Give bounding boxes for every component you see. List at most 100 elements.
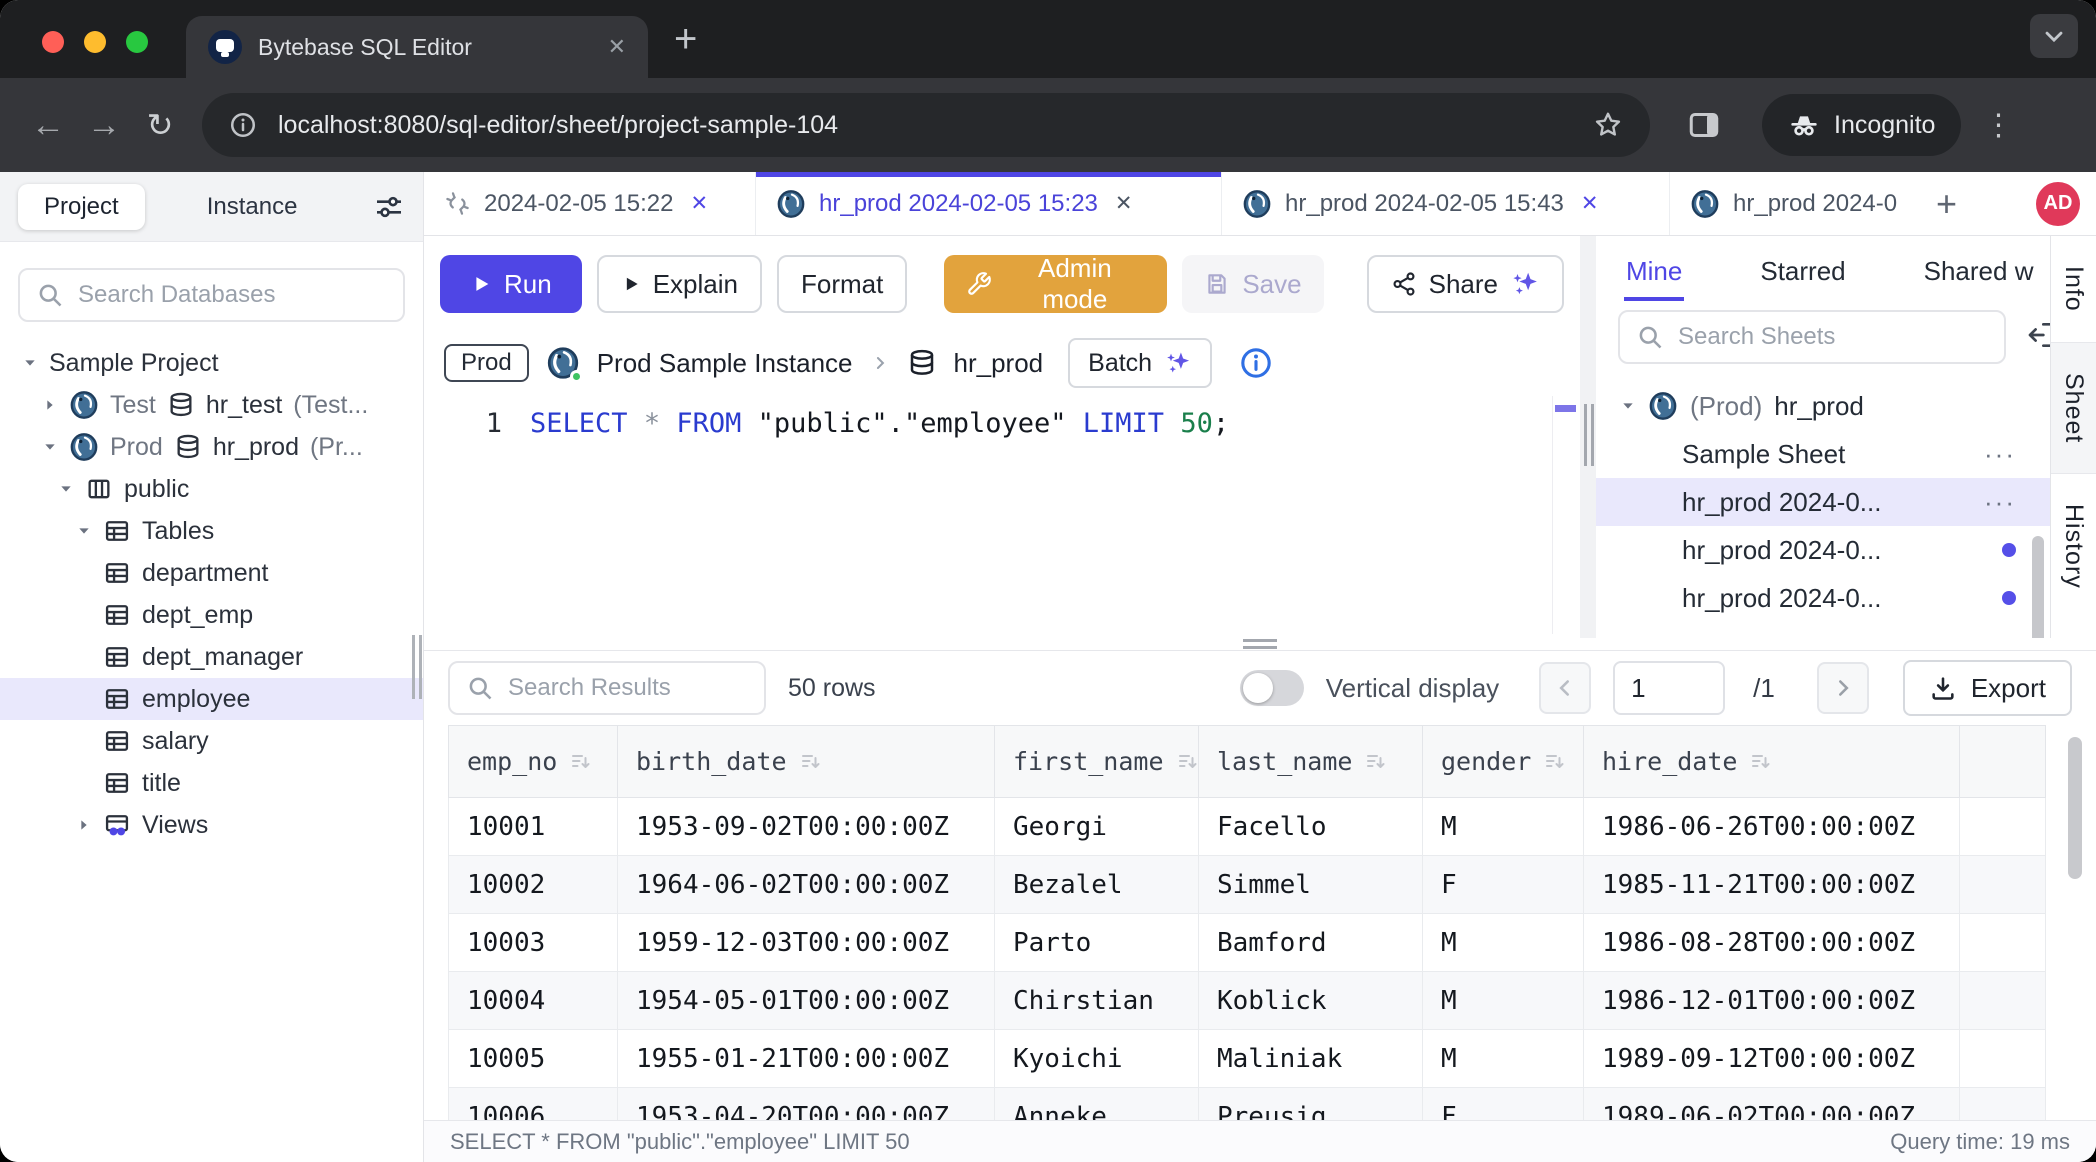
sql-editor[interactable]: 1 SELECT * FROM "public"."employee" LIMI… bbox=[424, 394, 1580, 638]
column-header-emp-no[interactable]: emp_no bbox=[449, 726, 618, 798]
reload-button[interactable]: ↻ bbox=[132, 106, 188, 144]
column-header-last-name[interactable]: last_name bbox=[1199, 726, 1423, 798]
tree-node-prod-db[interactable]: Prod hr_prod (Pr... bbox=[0, 426, 423, 468]
sort-icon[interactable] bbox=[1749, 750, 1773, 774]
cell[interactable]: 1985-11-21T00:00:00Z bbox=[1584, 856, 1960, 914]
column-header-birth-date[interactable]: birth_date bbox=[618, 726, 995, 798]
sheet-tab-2-active[interactable]: hr_prod 2024-02-05 15:23 ✕ bbox=[756, 172, 1222, 235]
sheet-item[interactable]: Sample Sheet ··· bbox=[1596, 430, 2050, 478]
sort-icon[interactable] bbox=[1176, 750, 1200, 774]
cell[interactable]: M bbox=[1423, 914, 1584, 972]
close-tab-icon[interactable]: ✕ bbox=[691, 191, 709, 216]
sort-icon[interactable] bbox=[799, 750, 823, 774]
admin-mode-button[interactable]: Admin mode bbox=[944, 255, 1167, 313]
database-name[interactable]: hr_prod bbox=[954, 348, 1044, 379]
caret-down-icon[interactable] bbox=[1620, 398, 1636, 414]
table-row[interactable]: 100011953-09-02T00:00:00ZGeorgiFacelloM1… bbox=[449, 798, 2046, 856]
bookmark-star-icon[interactable] bbox=[1592, 109, 1624, 141]
collapse-panel-icon[interactable] bbox=[2026, 319, 2050, 351]
cell[interactable]: 1986-08-28T00:00:00Z bbox=[1584, 914, 1960, 972]
explain-button[interactable]: Explain bbox=[597, 255, 762, 313]
info-icon[interactable] bbox=[1239, 346, 1273, 380]
site-info-icon[interactable] bbox=[228, 110, 258, 140]
cell[interactable]: Georgi bbox=[995, 798, 1199, 856]
database-search-input[interactable] bbox=[78, 281, 388, 309]
tab-shared[interactable]: Shared w bbox=[1922, 242, 2036, 301]
tree-node-table-dept-emp[interactable]: dept_emp bbox=[0, 594, 423, 636]
results-resize-splitter[interactable] bbox=[424, 638, 2096, 650]
caret-down-icon[interactable] bbox=[42, 439, 58, 455]
caret-down-icon[interactable] bbox=[22, 355, 38, 371]
sheet-group-node[interactable]: (Prod) hr_prod bbox=[1596, 382, 2050, 430]
export-button[interactable]: Export bbox=[1903, 660, 2072, 716]
sheet-menu-icon[interactable]: ··· bbox=[1984, 487, 2016, 518]
cell[interactable]: Maliniak bbox=[1199, 1030, 1423, 1088]
caret-down-icon[interactable] bbox=[58, 481, 74, 497]
sheet-tab-4[interactable]: hr_prod 2024-0 bbox=[1670, 172, 1918, 235]
cell[interactable]: 10003 bbox=[449, 914, 618, 972]
close-tab-icon[interactable]: ✕ bbox=[1115, 191, 1133, 216]
close-window-button[interactable] bbox=[42, 31, 64, 53]
column-header-gender[interactable]: gender bbox=[1423, 726, 1584, 798]
tree-node-tables[interactable]: Tables bbox=[0, 510, 423, 552]
cell[interactable]: M bbox=[1423, 1030, 1584, 1088]
sort-icon[interactable] bbox=[569, 750, 593, 774]
prev-page-button[interactable] bbox=[1539, 662, 1591, 714]
table-row[interactable]: 100051955-01-21T00:00:00ZKyoichiMaliniak… bbox=[449, 1030, 2046, 1088]
tab-starred[interactable]: Starred bbox=[1758, 242, 1847, 301]
cell[interactable]: 10001 bbox=[449, 798, 618, 856]
results-search[interactable] bbox=[448, 661, 766, 715]
browser-menu-button[interactable]: ⋮ bbox=[1983, 108, 2013, 143]
cell[interactable]: 1953-09-02T00:00:00Z bbox=[618, 798, 995, 856]
next-page-button[interactable] bbox=[1817, 662, 1869, 714]
user-avatar[interactable]: AD bbox=[2036, 182, 2080, 226]
cell[interactable]: Chirstian bbox=[995, 972, 1199, 1030]
column-header-hire-date[interactable]: hire_date bbox=[1584, 726, 1960, 798]
cell[interactable]: F bbox=[1423, 856, 1584, 914]
browser-tab[interactable]: Bytebase SQL Editor ✕ bbox=[186, 16, 648, 78]
url-text[interactable]: localhost:8080/sql-editor/sheet/project-… bbox=[278, 111, 1572, 140]
panel-resize-splitter[interactable] bbox=[1580, 236, 1596, 638]
tab-mine[interactable]: Mine bbox=[1624, 242, 1684, 301]
cell[interactable]: Kyoichi bbox=[995, 1030, 1199, 1088]
caret-down-icon[interactable] bbox=[76, 523, 92, 539]
cell[interactable]: F bbox=[1423, 1088, 1584, 1121]
results-search-input[interactable] bbox=[508, 674, 818, 702]
cell[interactable]: Preusig bbox=[1199, 1088, 1423, 1121]
sort-icon[interactable] bbox=[1364, 750, 1388, 774]
sidebar-resize-handle[interactable] bbox=[412, 635, 422, 699]
cell[interactable]: 10005 bbox=[449, 1030, 618, 1088]
minimize-window-button[interactable] bbox=[84, 31, 106, 53]
vertical-display-toggle[interactable] bbox=[1240, 670, 1304, 706]
cell[interactable]: 1953-04-20T00:00:00Z bbox=[618, 1088, 995, 1121]
cell[interactable]: 10004 bbox=[449, 972, 618, 1030]
tree-node-schema-public[interactable]: public bbox=[0, 468, 423, 510]
browser-tab-close-icon[interactable]: ✕ bbox=[608, 34, 626, 60]
format-button[interactable]: Format bbox=[777, 255, 907, 313]
results-scrollbar[interactable] bbox=[2068, 737, 2082, 879]
cell[interactable]: Bezalel bbox=[995, 856, 1199, 914]
editor-minimap[interactable] bbox=[1552, 396, 1578, 634]
close-tab-icon[interactable]: ✕ bbox=[1581, 191, 1599, 216]
database-search[interactable] bbox=[18, 268, 405, 322]
share-button[interactable]: Share bbox=[1367, 255, 1564, 313]
sheet-item[interactable]: hr_prod 2024-0... bbox=[1596, 526, 2050, 574]
table-row[interactable]: 100061953-04-20T00:00:00ZAnnekePreusigF1… bbox=[449, 1088, 2046, 1121]
cell[interactable]: 1989-06-02T00:00:00Z bbox=[1584, 1088, 1960, 1121]
tree-node-table-department[interactable]: department bbox=[0, 552, 423, 594]
rail-tab-sheet[interactable]: Sheet bbox=[2051, 343, 2096, 474]
instance-name[interactable]: Prod Sample Instance bbox=[597, 348, 853, 379]
tree-node-project[interactable]: Sample Project bbox=[0, 342, 423, 384]
back-button[interactable]: ← bbox=[20, 106, 76, 145]
tab-project[interactable]: Project bbox=[18, 184, 145, 230]
run-button[interactable]: Run bbox=[440, 255, 582, 313]
tree-node-table-employee[interactable]: employee bbox=[0, 678, 423, 720]
sheet-search[interactable] bbox=[1618, 310, 2006, 364]
cell[interactable]: 1986-06-26T00:00:00Z bbox=[1584, 798, 1960, 856]
table-row[interactable]: 100021964-06-02T00:00:00ZBezalelSimmelF1… bbox=[449, 856, 2046, 914]
cell[interactable]: Koblick bbox=[1199, 972, 1423, 1030]
save-button[interactable]: Save bbox=[1182, 255, 1323, 313]
tree-node-table-dept-manager[interactable]: dept_manager bbox=[0, 636, 423, 678]
column-header-first-name[interactable]: first_name bbox=[995, 726, 1199, 798]
maximize-window-button[interactable] bbox=[126, 31, 148, 53]
